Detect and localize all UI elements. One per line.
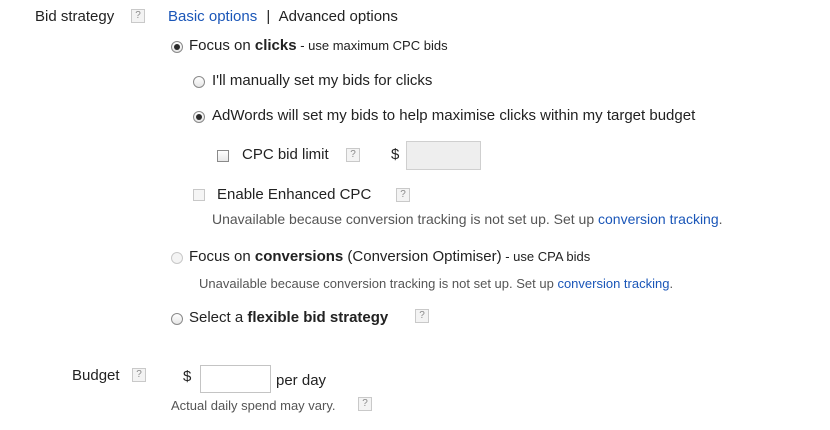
basic-options-link[interactable]: Basic options — [168, 8, 257, 25]
enhanced-cpc-checkbox[interactable] — [193, 189, 205, 201]
tabs-separator: | — [266, 8, 271, 25]
enhanced-cpc-label[interactable]: Enable Enhanced CPC — [217, 186, 371, 203]
flexible-bid-prefix: Select a — [189, 309, 248, 326]
budget-unit: per day — [276, 372, 327, 389]
cpc-limit-help-icon[interactable]: ? — [346, 148, 360, 162]
focus-conversions-note: Unavailable because conversion tracking … — [199, 276, 673, 291]
bid-strategy-help-icon[interactable]: ? — [131, 9, 145, 23]
enhanced-cpc-note-text: Unavailable because conversion tracking … — [212, 211, 599, 227]
focus-conversions-prefix: Focus on — [189, 248, 255, 265]
focus-conversions-suffix: - use CPA bids — [501, 249, 591, 264]
enhanced-cpc-note-period: . — [718, 211, 723, 227]
focus-conversions-conversion-tracking-link[interactable]: conversion tracking — [557, 276, 669, 291]
budget-label: Budget — [72, 367, 120, 384]
bid-options-tabs: Basic options | Advanced options — [168, 8, 398, 25]
focus-conversions-middle: (Conversion Optimiser) — [343, 248, 502, 265]
auto-bids-radio[interactable] — [193, 111, 205, 123]
enhanced-cpc-help-icon[interactable]: ? — [396, 188, 410, 202]
focus-conversions-label[interactable]: Focus on conversions (Conversion Optimis… — [189, 248, 590, 265]
bid-strategy-label: Bid strategy — [35, 8, 115, 25]
auto-bids-label[interactable]: AdWords will set my bids to help maximis… — [212, 107, 695, 124]
focus-conversions-note-text: Unavailable because conversion tracking … — [199, 276, 558, 291]
budget-note-help-icon[interactable]: ? — [358, 397, 372, 411]
flexible-bid-radio[interactable] — [171, 313, 183, 325]
focus-conversions-bold: conversions — [254, 248, 344, 265]
advanced-options-tab[interactable]: Advanced options — [279, 8, 398, 25]
focus-clicks-radio[interactable] — [171, 41, 183, 53]
flexible-bid-help-icon[interactable]: ? — [415, 309, 429, 323]
cpc-limit-currency: $ — [391, 146, 400, 163]
focus-conversions-radio[interactable] — [171, 252, 183, 264]
focus-clicks-bold: clicks — [254, 37, 297, 54]
focus-clicks-prefix: Focus on — [189, 37, 255, 54]
manual-bids-radio[interactable] — [193, 76, 205, 88]
focus-conversions-note-period: . — [669, 276, 674, 291]
cpc-limit-checkbox[interactable] — [217, 150, 229, 162]
flexible-bid-bold: flexible bid strategy — [247, 309, 389, 326]
manual-bids-label[interactable]: I'll manually set my bids for clicks — [212, 72, 432, 89]
focus-clicks-suffix: - use maximum CPC bids — [296, 38, 448, 53]
flexible-bid-label[interactable]: Select a flexible bid strategy — [189, 309, 388, 326]
cpc-limit-input[interactable] — [406, 141, 481, 170]
cpc-limit-label[interactable]: CPC bid limit — [242, 146, 329, 163]
budget-help-icon[interactable]: ? — [132, 368, 146, 382]
budget-input[interactable] — [200, 365, 271, 393]
enhanced-cpc-note: Unavailable because conversion tracking … — [212, 211, 723, 227]
budget-note: Actual daily spend may vary. — [171, 398, 336, 413]
enhanced-cpc-conversion-tracking-link[interactable]: conversion tracking — [598, 211, 719, 227]
budget-currency: $ — [183, 368, 192, 385]
focus-clicks-label[interactable]: Focus on clicks - use maximum CPC bids — [189, 37, 448, 54]
